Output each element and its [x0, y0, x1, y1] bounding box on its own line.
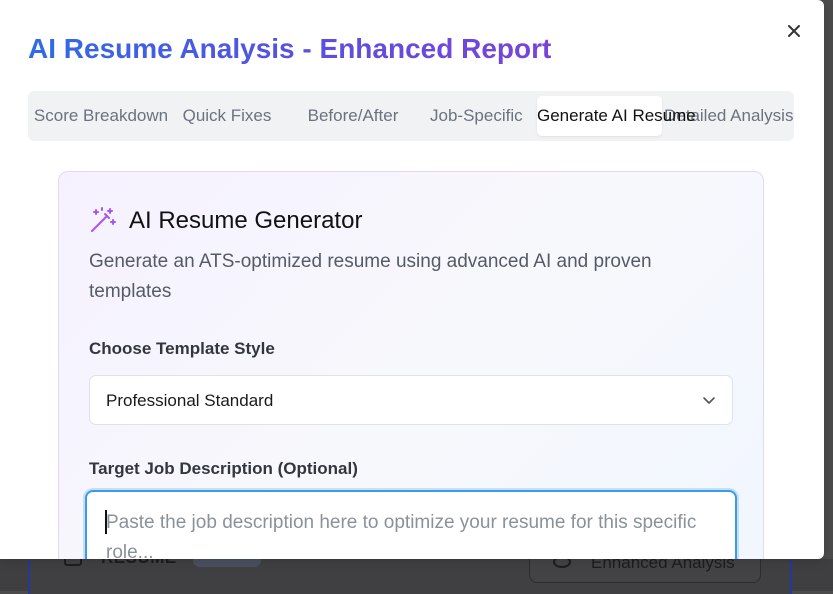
analysis-modal: AI Resume Analysis - Enhanced Report Sco… — [0, 0, 824, 559]
template-style-select[interactable]: Professional Standard — [89, 375, 733, 425]
modal-title: AI Resume Analysis - Enhanced Report — [28, 33, 552, 64]
magic-wand-icon — [89, 206, 117, 234]
template-style-value: Professional Standard — [106, 391, 274, 410]
tab-bar: Score Breakdown Quick Fixes Before/After… — [28, 91, 794, 141]
close-icon[interactable] — [784, 21, 804, 41]
template-style-label: Choose Template Style — [89, 339, 275, 358]
job-description-label: Target Job Description (Optional) — [89, 459, 358, 478]
tab-score-breakdown[interactable]: Score Breakdown — [28, 96, 174, 136]
job-description-placeholder: Paste the job description here to optimi… — [106, 512, 697, 559]
generator-subtitle: Generate an ATS-optimized resume using a… — [89, 251, 652, 302]
generator-title: AI Resume Generator — [129, 207, 363, 234]
tab-generate-ai-resume[interactable]: Generate AI Resume — [537, 96, 696, 136]
tab-quick-fixes[interactable]: Quick Fixes — [174, 96, 280, 136]
job-description-textarea[interactable]: Paste the job description here to optimi… — [85, 490, 737, 559]
chevron-down-icon — [703, 397, 715, 404]
tab-before-after[interactable]: Before/After — [290, 96, 416, 136]
